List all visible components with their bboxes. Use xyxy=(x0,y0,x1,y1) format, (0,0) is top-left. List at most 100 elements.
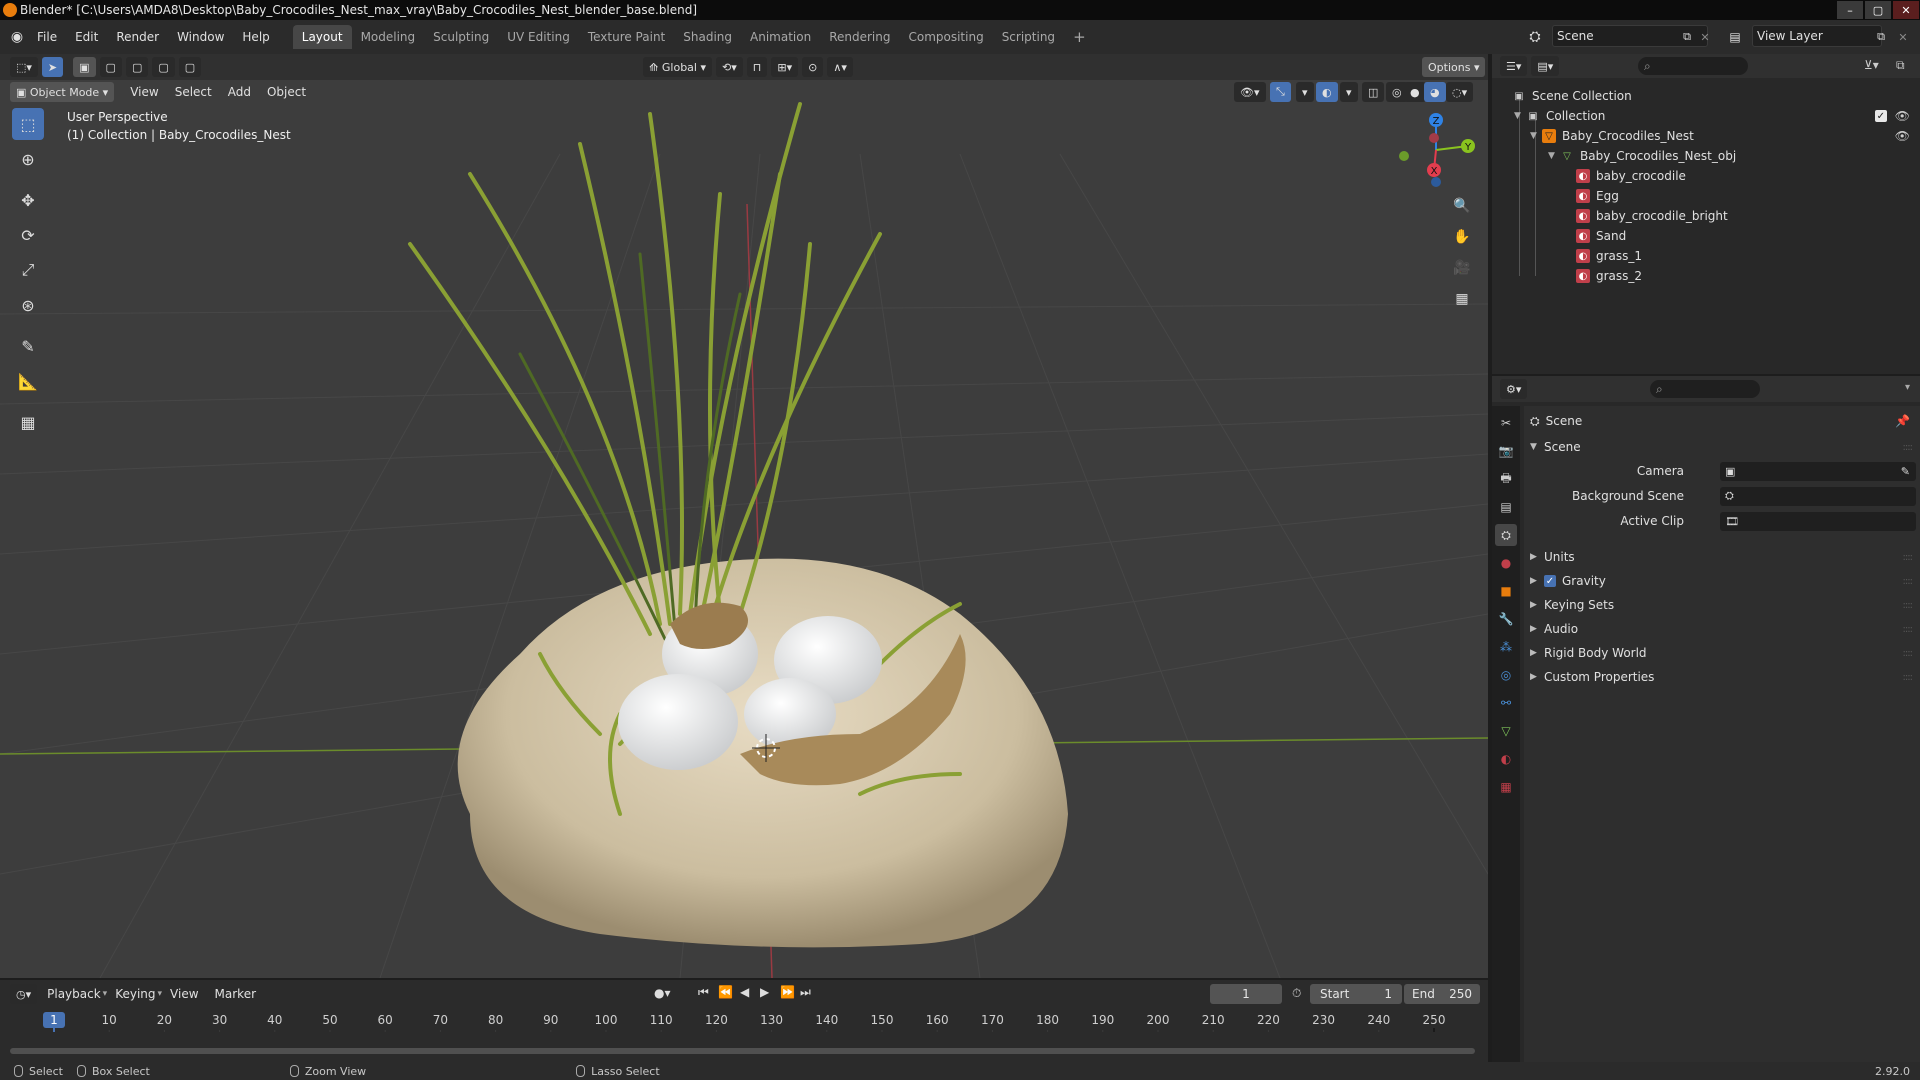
menu-edit[interactable]: Edit xyxy=(66,25,107,49)
menu-render[interactable]: Render xyxy=(107,25,168,49)
move-tool-icon[interactable]: ✥ xyxy=(12,184,44,216)
menu-view[interactable]: View xyxy=(122,85,166,99)
tab-shading[interactable]: Shading xyxy=(674,25,741,49)
tab-rendering[interactable]: Rendering xyxy=(820,25,899,49)
proportional-editing-icon[interactable]: ⊙ xyxy=(802,57,824,77)
tab-compositing[interactable]: Compositing xyxy=(899,25,992,49)
filter-icon[interactable]: ⊻▾ xyxy=(1864,58,1879,72)
panel-rigid-body-world[interactable]: ▶ Rigid Body World :::: xyxy=(1530,642,1916,664)
menu-window[interactable]: Window xyxy=(168,25,233,49)
new-collection-icon[interactable]: ⧉ xyxy=(1896,58,1905,73)
menu-select[interactable]: Select xyxy=(167,85,220,99)
add-workspace-button[interactable]: + xyxy=(1064,25,1095,49)
current-frame-field[interactable]: 1 xyxy=(1210,984,1282,1004)
visibility-eye-icon[interactable]: 👁 xyxy=(1895,109,1910,123)
maximize-button[interactable]: ▢ xyxy=(1865,1,1891,19)
navigation-gizmo[interactable]: Z Y X xyxy=(1396,110,1476,190)
outliner-row-material[interactable]: ◐ grass_1 xyxy=(1492,246,1920,266)
camera-view-icon[interactable]: 🎥 xyxy=(1448,254,1476,282)
menu-keying[interactable]: Keying xyxy=(107,987,163,1001)
snap-icon[interactable]: ⊓ xyxy=(746,57,768,77)
record-icon[interactable]: ●▾ xyxy=(654,986,671,1000)
timeline-ruler[interactable]: 1 10 20 30 40 50 60 70 80 90 100 110 120 130 140 150 160… xyxy=(0,1010,1488,1032)
zoom-icon[interactable]: 🔍 xyxy=(1448,192,1476,220)
collapse-triangle-icon[interactable]: ▼ xyxy=(1530,131,1542,141)
eyedropper-icon[interactable]: ✎ xyxy=(1901,465,1910,478)
play-icon[interactable]: ▶ xyxy=(760,985,769,999)
properties-options-chevron-icon[interactable]: ▾ xyxy=(1905,382,1910,393)
output-tab-icon[interactable]: 🖶 xyxy=(1495,468,1517,490)
select-box-tool-icon[interactable]: ⬚ xyxy=(12,108,44,140)
background-scene-field[interactable]: ⛭ xyxy=(1720,486,1916,506)
tab-animation[interactable]: Animation xyxy=(741,25,820,49)
render-tab-icon[interactable]: 📷 xyxy=(1495,440,1517,462)
use-preview-range-icon[interactable]: ⏱ xyxy=(1292,986,1301,1001)
menu-object[interactable]: Object xyxy=(259,85,314,99)
modifier-tab-icon[interactable]: 🔧 xyxy=(1495,608,1517,630)
menu-playback[interactable]: Playback xyxy=(39,987,109,1001)
tab-scripting[interactable]: Scripting xyxy=(993,25,1064,49)
drag-handle-icon[interactable]: :::: xyxy=(1903,672,1914,683)
tab-uv-editing[interactable]: UV Editing xyxy=(498,25,579,49)
tab-texture-paint[interactable]: Texture Paint xyxy=(579,25,674,49)
mode-dropdown[interactable]: ▣ Object Mode ▾ xyxy=(10,82,115,102)
rendered-shading-icon[interactable]: ◌▾ xyxy=(1446,82,1474,102)
play-reverse-icon[interactable]: ◀ xyxy=(740,985,749,999)
select-mode-subtract-icon[interactable]: ▢ xyxy=(125,57,149,77)
visibility-eye-icon[interactable]: 👁 xyxy=(1895,129,1910,143)
proportional-falloff-icon[interactable]: ∧▾ xyxy=(827,57,853,77)
close-button[interactable]: ✕ xyxy=(1893,1,1919,19)
tool-tab-icon[interactable]: ✂ xyxy=(1495,412,1517,434)
panel-custom-properties[interactable]: ▶ Custom Properties :::: xyxy=(1530,666,1916,688)
data-tab-icon[interactable]: ▽ xyxy=(1495,720,1517,742)
menu-file[interactable]: File xyxy=(28,25,66,49)
drag-handle-icon[interactable]: :::: xyxy=(1903,442,1914,453)
pivot-point-icon[interactable]: ⟲▾ xyxy=(716,57,743,77)
outliner-row-baby-crocodiles-nest[interactable]: ▼ ▽ Baby_Crocodiles_Nest 👁 xyxy=(1492,126,1920,146)
outliner-row-nest-mesh[interactable]: ▼ ▽ Baby_Crocodiles_Nest_obj xyxy=(1492,146,1920,166)
blender-menu-icon[interactable]: ◉ xyxy=(6,26,28,48)
solid-shading-icon[interactable]: ● xyxy=(1404,82,1426,102)
ortho-toggle-icon[interactable]: ▦ xyxy=(1448,285,1476,313)
pan-hand-icon[interactable]: ✋ xyxy=(1448,223,1476,251)
active-clip-field[interactable]: 🎞 xyxy=(1720,511,1916,531)
select-mode-new-icon[interactable]: ▣ xyxy=(73,57,96,77)
start-frame-field[interactable]: Start 1 xyxy=(1310,984,1402,1004)
minimize-button[interactable]: – xyxy=(1837,1,1863,19)
3d-viewport[interactable]: ⬚▾ ➤ ▣ ▢ ▢ ▢ ▢ ⟰ Global ▾ ⟲▾ ⊓ ⊞▾ ⊙ ∧▾ O… xyxy=(0,54,1488,978)
outliner-search-input[interactable]: ⌕ xyxy=(1638,57,1748,75)
drag-handle-icon[interactable]: :::: xyxy=(1903,552,1914,563)
delete-view-layer-icon[interactable]: ✕ xyxy=(1892,26,1914,48)
panel-units[interactable]: ▶ Units :::: xyxy=(1530,546,1916,568)
menu-timeline-view[interactable]: View xyxy=(162,987,206,1001)
rotate-tool-icon[interactable]: ⟳ xyxy=(12,219,44,251)
particles-tab-icon[interactable]: ⁂ xyxy=(1495,636,1517,658)
tab-sculpting[interactable]: Sculpting xyxy=(424,25,498,49)
panel-scene-header[interactable]: ▼ Scene :::: xyxy=(1530,436,1916,458)
object-tab-icon[interactable]: ■ xyxy=(1495,580,1517,602)
texture-tab-icon[interactable]: ▦ xyxy=(1495,776,1517,798)
outliner-row-scene-collection[interactable]: ▣ Scene Collection xyxy=(1492,86,1920,106)
jump-end-icon[interactable]: ⏭ xyxy=(800,985,811,1000)
select-mode-intersect-icon[interactable]: ▢ xyxy=(178,57,202,77)
add-cube-tool-icon[interactable]: ▦ xyxy=(12,406,44,438)
exclude-checkbox[interactable]: ✓ xyxy=(1874,110,1887,122)
end-frame-field[interactable]: End 250 xyxy=(1404,984,1480,1004)
scene-icon[interactable]: ⛭ xyxy=(1524,26,1546,48)
view-layer-icon[interactable]: ▤ xyxy=(1724,26,1746,48)
outliner-display-mode-icon[interactable]: ▤▾ xyxy=(1531,56,1560,76)
jump-keyframe-forward-icon[interactable]: ⏩ xyxy=(780,985,795,999)
timeline-editor-type-icon[interactable]: ◷▾ xyxy=(10,984,38,1004)
outliner-row-material[interactable]: ◐ grass_2 xyxy=(1492,266,1920,286)
outliner-row-material[interactable]: ◐ Egg xyxy=(1492,186,1920,206)
pin-icon[interactable]: 📌 xyxy=(1895,414,1910,428)
material-preview-icon[interactable]: ◕ xyxy=(1424,82,1446,102)
menu-add[interactable]: Add xyxy=(220,85,259,99)
transform-tool-icon[interactable]: ⊛ xyxy=(12,289,44,321)
properties-editor-type-icon[interactable]: ⚙▾ xyxy=(1500,379,1528,399)
drag-handle-icon[interactable]: :::: xyxy=(1903,624,1914,635)
editor-type-icon[interactable]: ⬚▾ xyxy=(10,57,38,77)
xray-icon[interactable]: ◫ xyxy=(1362,82,1385,102)
measure-tool-icon[interactable]: 📐 xyxy=(12,365,44,397)
outliner-row-material[interactable]: ◐ baby_crocodile_bright xyxy=(1492,206,1920,226)
